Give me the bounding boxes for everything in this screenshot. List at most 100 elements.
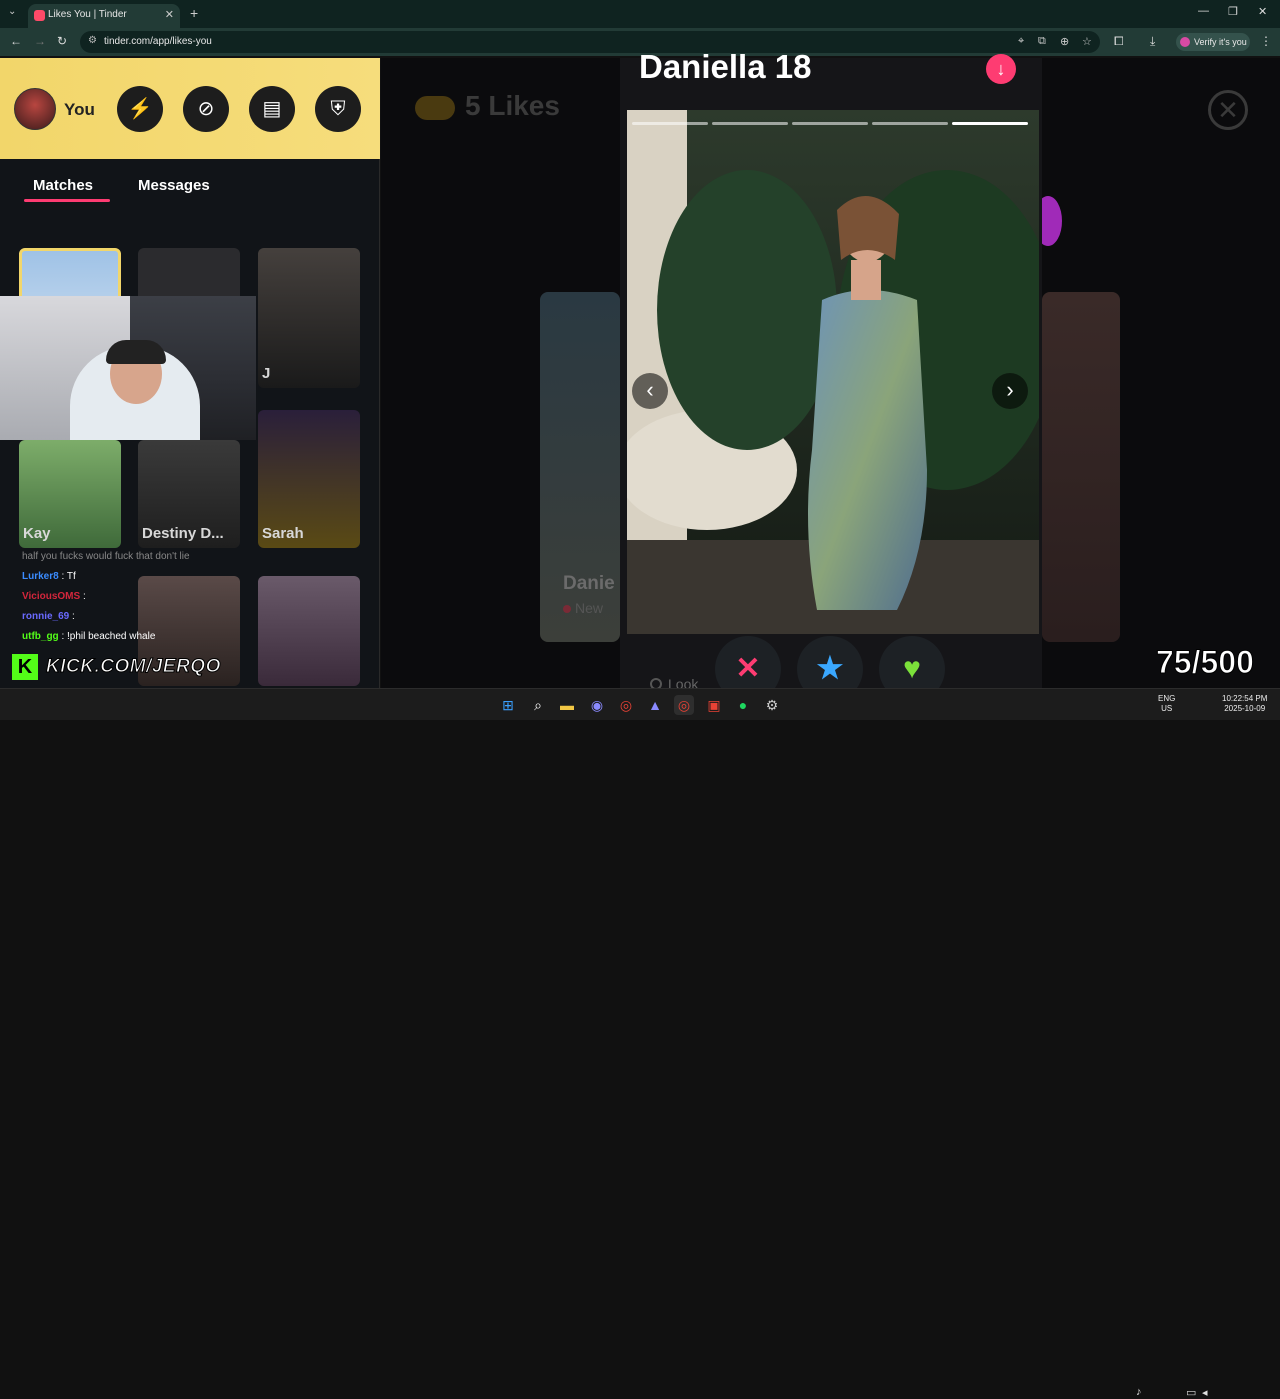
obs-icon[interactable]: ▣ bbox=[704, 695, 724, 715]
profile-photo[interactable] bbox=[627, 110, 1039, 634]
match-tile[interactable]: Sarah bbox=[258, 410, 360, 548]
file-explorer-icon[interactable]: ▬ bbox=[557, 695, 577, 715]
match-name: Sarah bbox=[262, 525, 304, 542]
zoom-icon[interactable]: ⊕ bbox=[1060, 35, 1069, 48]
chat-username: Lurker8 bbox=[22, 571, 59, 582]
app-icon[interactable]: ▲ bbox=[645, 695, 665, 715]
close-icon[interactable]: ✕ bbox=[1208, 90, 1248, 130]
tinder-favicon-icon bbox=[34, 10, 45, 21]
explore-compass-icon[interactable]: ⊘ bbox=[183, 86, 229, 132]
tab-search-icon[interactable]: ⌄ bbox=[8, 6, 16, 17]
url-bar[interactable]: ⚙ tinder.com/app/likes-you ⌖ ⧉ ⊕ ☆ bbox=[80, 31, 1100, 53]
chat-message-partial: half you fucks would fuck that don't lie bbox=[22, 551, 190, 562]
match-tile[interactable]: J bbox=[258, 248, 360, 388]
tab-title: Likes You | Tinder bbox=[48, 9, 127, 20]
extensions-icon[interactable]: ⧠ bbox=[1114, 34, 1124, 49]
verify-profile-button[interactable]: Verify it's you bbox=[1176, 33, 1250, 51]
chat-message: ViciousOMS : bbox=[22, 591, 86, 602]
microphone-icon[interactable]: ♪ bbox=[1136, 1386, 1142, 1398]
photo-indicator-5[interactable] bbox=[952, 122, 1028, 125]
tab-matches[interactable]: Matches bbox=[33, 177, 93, 194]
webcam-cap bbox=[106, 340, 166, 364]
likes-title: 5 Likes bbox=[465, 90, 560, 121]
goal-counter: 75/500 bbox=[1156, 644, 1255, 681]
restore-icon[interactable]: ❐ bbox=[1228, 5, 1238, 18]
back-icon[interactable]: ← bbox=[10, 34, 22, 48]
url-text[interactable]: tinder.com/app/likes-you bbox=[104, 36, 212, 47]
avatar[interactable] bbox=[14, 88, 56, 130]
chat-text: : !phil beached whale bbox=[61, 631, 156, 642]
photo-indicator-3[interactable] bbox=[792, 122, 868, 125]
previous-photo-button[interactable]: ‹ bbox=[632, 373, 668, 409]
minimize-icon[interactable]: — bbox=[1198, 5, 1209, 17]
likes-heart-icon bbox=[415, 96, 455, 120]
clock-time: 10:22:54 PM bbox=[1222, 694, 1268, 703]
chat-message: utfb_gg : !phil beached whale bbox=[22, 631, 155, 642]
close-tab-icon[interactable]: ✕ bbox=[165, 8, 174, 21]
network-icon[interactable]: ▭ bbox=[1186, 1386, 1196, 1399]
match-tile[interactable] bbox=[258, 576, 360, 686]
volume-icon[interactable]: ◂ bbox=[1202, 1386, 1208, 1399]
sidebar-header: You ⚡ ⊘ ▤ ⛨ bbox=[0, 58, 380, 159]
discord-icon[interactable]: ◉ bbox=[587, 695, 607, 715]
profile-name-age: Daniella 18 bbox=[639, 48, 812, 85]
chrome-icon[interactable]: ◎ bbox=[616, 695, 636, 715]
work-briefcase-icon[interactable]: ▤ bbox=[249, 86, 295, 132]
site-info-icon[interactable]: ⚙ bbox=[88, 35, 97, 46]
match-name: J bbox=[262, 365, 271, 382]
chat-username: ronnie_69 bbox=[22, 611, 70, 622]
browser-menu-icon[interactable]: ⋮ bbox=[1260, 34, 1272, 48]
language-indicator[interactable]: ENG US bbox=[1158, 694, 1175, 714]
taskbar: ⊞ ⌕ ▬ ◉ ◎ ▲ ◎ ▣ ● ⚙ ♪ ▭ ◂ bbox=[0, 688, 1280, 1399]
clock-date: 2025-10-09 bbox=[1224, 704, 1266, 713]
forward-icon[interactable]: → bbox=[34, 34, 46, 48]
next-photo-button[interactable]: › bbox=[992, 373, 1028, 409]
active-tab-indicator bbox=[24, 199, 110, 202]
browser-tab-bar: ⌄ Likes You | Tinder ✕ + — ❐ ✕ bbox=[0, 0, 1280, 28]
collapse-profile-button[interactable]: ↓ bbox=[986, 54, 1016, 84]
new-badge-label: New bbox=[575, 600, 604, 616]
verify-label: Verify it's you bbox=[1194, 37, 1247, 47]
match-tile[interactable]: Destiny D... bbox=[138, 440, 240, 548]
browser-tab[interactable]: Likes You | Tinder ✕ bbox=[28, 4, 180, 28]
background-card-name: Danie bbox=[563, 573, 615, 594]
tab-messages[interactable]: Messages bbox=[138, 177, 210, 194]
photo-indicator-4[interactable] bbox=[872, 122, 948, 125]
new-tab-icon[interactable]: + bbox=[190, 5, 198, 21]
photo-indicator-2[interactable] bbox=[712, 122, 788, 125]
lang-bottom: US bbox=[1161, 704, 1173, 713]
windows-start-icon[interactable]: ⊞ bbox=[498, 695, 518, 715]
kick-logo-icon: K bbox=[12, 654, 38, 680]
background-card-right bbox=[1042, 292, 1120, 642]
chat-text: : Tf bbox=[61, 571, 76, 582]
match-name: Kay bbox=[23, 525, 51, 542]
lang-top: ENG bbox=[1158, 694, 1176, 703]
chat-text: : bbox=[72, 611, 75, 622]
close-window-icon[interactable]: ✕ bbox=[1258, 5, 1267, 18]
install-app-icon[interactable]: ⧉ bbox=[1038, 35, 1046, 48]
boost-icon[interactable]: ⚡ bbox=[117, 86, 163, 132]
location-icon[interactable]: ⌖ bbox=[1018, 35, 1024, 48]
streamer-webcam bbox=[0, 296, 256, 440]
spotify-icon[interactable]: ● bbox=[733, 695, 753, 715]
photo-indicator-1[interactable] bbox=[632, 122, 708, 125]
profile-label[interactable]: You bbox=[64, 100, 95, 120]
match-name: Destiny D... bbox=[142, 525, 224, 542]
match-tile[interactable]: Kay bbox=[19, 440, 121, 548]
chat-text: : bbox=[82, 591, 86, 602]
safety-shield-icon[interactable]: ⛨ bbox=[315, 86, 361, 132]
clock[interactable]: 10:22:54 PM 2025-10-09 bbox=[1222, 694, 1267, 714]
chat-message: Lurker8 : Tf bbox=[22, 571, 76, 582]
download-icon[interactable]: ⤓ bbox=[1150, 34, 1155, 49]
profile-photo-image bbox=[627, 110, 1039, 634]
new-badge: New bbox=[563, 600, 603, 616]
chrome-active-icon[interactable]: ◎ bbox=[674, 695, 694, 715]
steam-icon[interactable]: ⚙ bbox=[762, 695, 782, 715]
search-icon[interactable]: ⌕ bbox=[528, 695, 548, 715]
reload-icon[interactable]: ↻ bbox=[57, 34, 67, 48]
bookmark-star-icon[interactable]: ☆ bbox=[1082, 35, 1092, 48]
new-dot-icon bbox=[563, 605, 571, 613]
chat-username: utfb_gg bbox=[22, 631, 59, 642]
profile-avatar-icon bbox=[1180, 37, 1190, 47]
chat-message: ronnie_69 : bbox=[22, 611, 75, 622]
